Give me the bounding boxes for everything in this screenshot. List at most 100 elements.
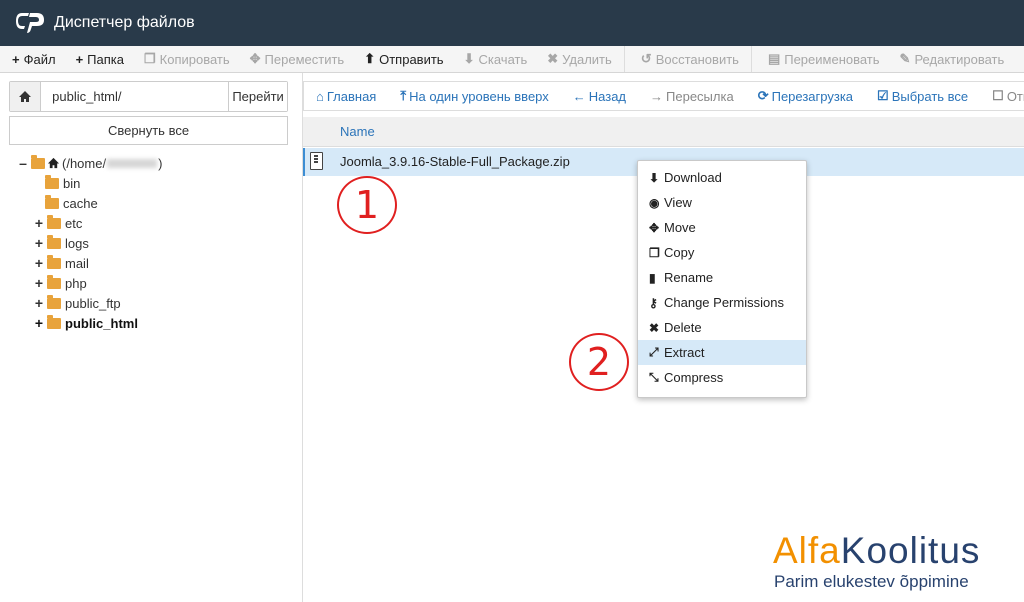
toolbar-file-button[interactable]: + Файл [0,46,64,72]
context-menu-item-label: Download [664,170,722,185]
tree-root[interactable]: – (/home/ ) [17,153,162,173]
tree-item-label: bin [63,175,81,191]
toolbar-upload-button[interactable]: ⬆ Отправить [352,46,451,72]
restore-icon: ↺ [640,51,652,66]
refresh-icon: ⟳ [757,88,769,103]
window-title: Диспетчер файлов [54,14,195,31]
context-menu: ⬇ Download ◉ View ✥ Move ❐ Copy ▮ Rename ⚷ Change P… [637,160,807,398]
toolbar-download-button[interactable]: ⬇ Скачать [452,46,536,72]
file-name[interactable]: Joomla_3.9.16-Stable-Full_Package.zip [340,154,570,169]
path-input[interactable] [41,82,229,111]
collapse-toggle-icon[interactable]: – [17,155,29,171]
zip-file-icon [310,152,323,170]
expand-toggle-icon[interactable]: + [33,315,45,331]
directory-panel: Перейти Свернуть все – (/home/ ) bin cach… [0,73,296,602]
nav-reload-label: Перезагрузка [771,88,854,104]
context-menu-view[interactable]: ◉ View [638,190,806,215]
context-menu-extract[interactable]: ⤢ Extract [638,340,806,365]
annotation-marker-2: 2 [569,333,629,391]
download-icon: ⬇ [463,51,475,66]
tree-item-cache[interactable]: cache [45,193,98,213]
tree-item-label: logs [65,235,89,251]
nav-reload-button[interactable]: ⟳ Перезагрузка [746,88,865,104]
checkbox-icon: ☐ [992,88,1004,103]
column-name-header[interactable]: Name [340,124,375,139]
nav-back-button[interactable]: ← Назад [561,89,638,104]
context-menu-copy[interactable]: ❐ Copy [638,240,806,265]
rename-icon: ▤ [767,51,781,66]
cpanel-logo-icon[interactable] [16,13,46,33]
context-menu-download[interactable]: ⬇ Download [638,165,806,190]
toolbar-copy-button[interactable]: ❐ Копировать [132,46,238,72]
nav-deselect-all-label: Отм [1006,88,1024,104]
toolbar-restore-button[interactable]: ↺ Восстановить [629,46,747,72]
tree-item-php[interactable]: + php [33,273,87,293]
expand-toggle-icon[interactable]: + [33,235,45,251]
toolbar-edit-label: Редактировать [914,51,1005,67]
tree-item-label: cache [63,195,98,211]
toolbar-restore-label: Восстановить [655,51,739,67]
tree-item-logs[interactable]: + logs [33,233,89,253]
context-menu-item-label: Compress [664,370,724,385]
tree-item-public-html[interactable]: + public_html [33,313,138,333]
collapse-all-button[interactable]: Свернуть все [9,116,288,145]
level-up-icon: ⤒ [400,88,407,103]
tree-item-mail[interactable]: + mail [33,253,89,273]
main-toolbar: + Файл + Папка ❐ Копировать ✥ Переместить ⬆ Отпра… [0,46,1024,73]
toolbar-move-button[interactable]: ✥ Переместить [238,46,353,72]
move-icon: ✥ [249,51,261,66]
go-button[interactable]: Перейти [228,82,287,111]
expand-toggle-icon[interactable]: + [33,295,45,311]
expand-toggle-icon[interactable]: + [33,255,45,271]
toolbar-folder-button[interactable]: + Папка [64,46,132,72]
toolbar-delete-label: Удалить [562,51,612,67]
context-menu-delete[interactable]: ✖ Delete [638,315,806,340]
toolbar-copy-label: Копировать [159,51,230,67]
tree-item-public-ftp[interactable]: + public_ftp [33,293,121,313]
folder-icon [47,314,61,329]
toolbar-edit-button[interactable]: ✎ Редактировать [888,46,1013,72]
nav-home-button[interactable]: ⌂ Главная [304,89,388,104]
nav-forward-button[interactable]: → Пересылка [638,89,746,104]
plus-icon: + [75,51,84,67]
copy-icon: ❐ [649,245,660,260]
toolbar-delete-button[interactable]: ✖ Удалить [535,46,620,72]
nav-up-one-level-button[interactable]: ⤒ На один уровень вверх [388,88,560,104]
toolbar-rename-button[interactable]: ▤ Переименовать [756,46,888,72]
brand-tagline: Parim elukestev õppimine [774,572,969,591]
tree-item-label: public_ftp [65,295,121,311]
tree-item-bin[interactable]: bin [45,173,80,193]
delete-icon: ✖ [547,51,559,66]
tree-item-label: php [65,275,87,291]
checkbox-checked-icon: ☑ [877,88,889,103]
toolbar-separator [750,46,752,72]
toolbar-upload-label: Отправить [379,51,444,67]
context-menu-item-label: View [664,195,692,210]
navigation-bar: ⌂ Главная ⤒ На один уровень вверх ← Назад → Пер… [303,81,1024,111]
copy-icon: ❐ [143,51,156,66]
expand-toggle-icon[interactable]: + [33,215,45,231]
toolbar-separator [623,46,625,72]
tree-root-prefix: (/home/ [62,155,107,171]
context-menu-rename[interactable]: ▮ Rename [638,265,806,290]
home-button[interactable] [10,82,42,111]
expand-toggle-icon[interactable]: + [33,275,45,291]
nav-home-label: Главная [326,88,377,104]
context-menu-move[interactable]: ✥ Move [638,215,806,240]
nav-select-all-button[interactable]: ☑ Выбрать все [865,88,980,104]
nav-deselect-all-button[interactable]: ☐Отм [980,88,1024,104]
title-bar: Диспетчер файлов [0,0,1024,46]
folder-icon [45,174,59,189]
home-icon: ⌂ [316,88,324,104]
download-icon: ⬇ [649,170,660,185]
move-icon: ✥ [649,220,660,235]
context-menu-item-label: Copy [664,245,695,260]
context-menu-change-permissions[interactable]: ⚷ Change Permissions [638,290,806,315]
tree-item-etc[interactable]: + etc [33,213,82,233]
context-menu-compress[interactable]: ⤡ Compress [638,365,806,390]
file-icon: ▮ [649,270,656,285]
context-menu-item-label: Rename [664,270,714,285]
home-icon [19,91,32,102]
context-menu-item-label: Delete [664,320,702,335]
brand-name: AlfaKoolitus [773,530,981,571]
